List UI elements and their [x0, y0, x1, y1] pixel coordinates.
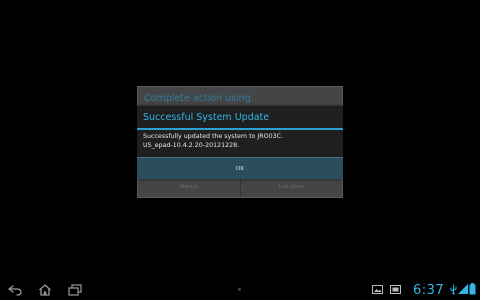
dialog-message: Successfully updated the system to JRO03… [143, 133, 339, 150]
chooser-title: Complete action using [144, 93, 251, 104]
battery-icon [469, 283, 476, 295]
recent-apps-icon[interactable] [68, 284, 82, 296]
back-icon[interactable] [8, 284, 22, 296]
home-icon[interactable] [38, 284, 52, 296]
always-button[interactable]: Always [138, 177, 240, 197]
dialog-divider [137, 128, 343, 130]
menu-dot [238, 288, 241, 291]
system-bar: 6:37 [0, 280, 480, 300]
usb-icon [450, 284, 457, 295]
dialog-title: Successful System Update [143, 112, 270, 123]
message-line-1: Successfully updated the system to JRO03… [143, 133, 283, 140]
screenshot-icon [390, 285, 401, 294]
screen: Complete action using Always Just once S… [0, 0, 480, 300]
just-once-button[interactable]: Just once [239, 177, 343, 197]
system-update-dialog: Successful System Update Successfully up… [137, 106, 343, 179]
chooser-button-bar: Always Just once [138, 176, 342, 197]
wifi-icon [458, 284, 468, 294]
gallery-icon [372, 285, 383, 294]
message-line-2: US_epad-10.4.2.20-20121228. [143, 141, 240, 149]
ok-button[interactable]: OK [137, 157, 343, 179]
clock: 6:37 [413, 283, 445, 298]
